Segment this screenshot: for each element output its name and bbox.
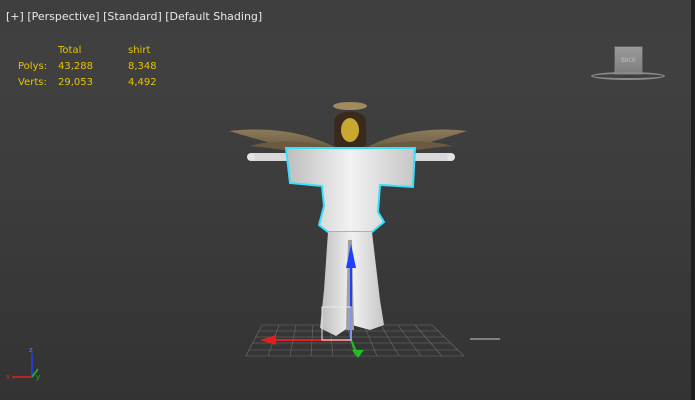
gizmo-z-label: z [349,233,353,242]
tripod-x-label: x [6,373,10,381]
tripod-z-label: z [29,346,33,354]
world-axis-tripod: x y z [6,346,40,381]
tripod-y-label: y [36,373,40,381]
viewport-perspective[interactable]: [+] [Perspective] [Standard] [Default Sh… [0,0,695,400]
shirt-mesh-selected[interactable] [284,147,417,233]
head-mesh[interactable] [333,102,367,149]
scene-canvas[interactable]: z [0,0,691,400]
halo [333,102,367,110]
gizmo-x-arrow[interactable] [260,335,276,345]
gizmo-y-arrow[interactable] [352,350,364,358]
